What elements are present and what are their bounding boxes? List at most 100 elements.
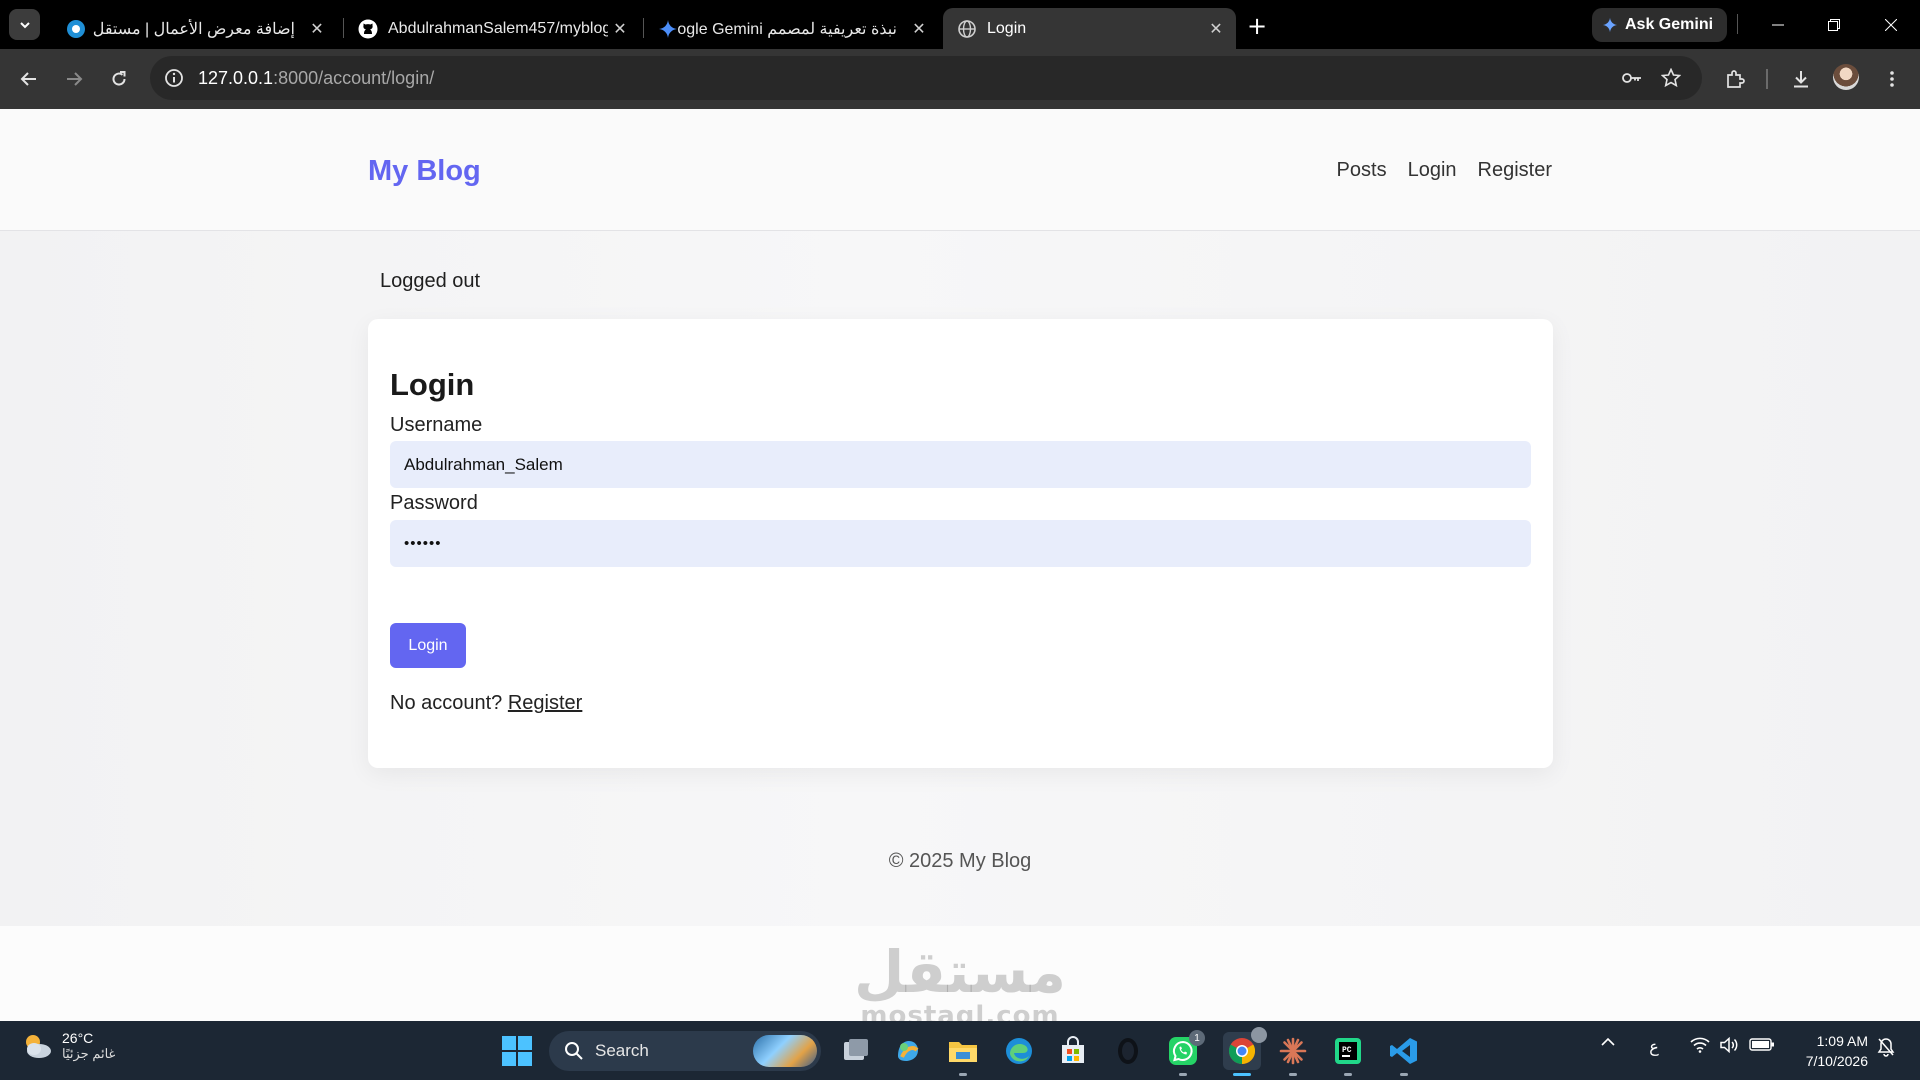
show-hidden-icons-button[interactable] [1596,1037,1620,1047]
watermark-arabic: مستقل [853,938,1067,1006]
site-brand[interactable]: My Blog [368,155,481,188]
ask-gemini-button[interactable]: Ask Gemini [1592,8,1728,42]
file-explorer-icon[interactable] [947,1035,979,1067]
volume-icon[interactable] [1717,1037,1741,1053]
more-vert-icon [1890,71,1894,87]
windows-logo-pane [518,1036,532,1050]
close-icon[interactable]: ✕ [907,17,931,41]
tab-mostaql[interactable]: إضافة معرض الأعمال | مستقل ✕ [52,8,337,49]
chrome-icon[interactable] [1223,1027,1267,1070]
search-label: Search [595,1041,649,1060]
forward-button[interactable] [58,63,90,95]
close-icon[interactable]: ✕ [305,17,329,41]
start-button[interactable] [502,1036,532,1066]
whatsapp-icon[interactable]: 1 [1167,1030,1205,1067]
password-input[interactable] [390,520,1531,567]
minimize-button[interactable] [1755,8,1801,42]
arrow-right-icon [67,72,83,86]
new-tab-button[interactable]: + [1243,12,1271,40]
site-header: My Blog Posts Login Register [0,109,1920,231]
globe-icon [957,19,977,39]
running-indicator [959,1073,967,1076]
downloads-button[interactable] [1785,63,1817,95]
github-icon [358,19,378,39]
extensions-button[interactable] [1719,63,1751,95]
clock-date: 7/10/2026 [1805,1053,1868,1069]
tab-title: Login [987,19,1027,37]
notifications-bell-icon[interactable] [1873,1037,1899,1057]
username-label: Username [390,414,483,436]
tab-title: AbdulrahmanSalem457/myblog [388,19,608,37]
tab-separator [1737,14,1738,34]
chevron-up-icon [1601,1037,1615,1046]
chevron-down-icon [19,21,30,28]
battery-icon[interactable] [1747,1037,1777,1051]
gemini-icon [658,19,678,39]
tab-gemini[interactable]: نبذة تعريفية لمصمم Google Gemini ✕ [644,8,939,49]
search-highlight-image [753,1035,817,1067]
browser-menu-button[interactable] [1876,63,1908,95]
close-icon[interactable]: ✕ [608,17,632,41]
close-icon[interactable]: ✕ [1204,17,1228,41]
system-clock[interactable]: 1:09 AM 7/10/2026 [1792,1031,1868,1071]
tab-title: نبذة تعريفية لمصمم Google Gemini [678,20,897,38]
mostaql-watermark: مستقل mostaql.com [840,941,1080,1021]
address-bar[interactable]: 127.0.0.1:8000/account/login/ [150,56,1702,100]
mostaql-icon [66,19,86,39]
weather-temp: 26°C [62,1030,94,1046]
weather-widget[interactable]: 26°C غائم جزئيًا [20,1029,115,1063]
back-button[interactable] [13,63,45,95]
login-button[interactable]: Login [390,623,466,668]
tab-title: إضافة معرض الأعمال | مستقل [92,20,295,38]
nav-register[interactable]: Register [1478,159,1552,182]
page-viewport: My Blog Posts Login Register Logged out … [0,109,1920,1021]
copilot-icon[interactable] [892,1035,924,1067]
puzzle-icon [1727,70,1745,88]
flash-message: Logged out [380,270,481,292]
vscode-icon[interactable] [1388,1035,1420,1067]
site-info-icon[interactable] [162,66,186,90]
task-view-icon[interactable] [840,1035,872,1067]
close-window-button[interactable] [1868,8,1914,42]
tab-search-button[interactable] [9,9,40,40]
weather-desc: غائم جزئيًا [62,1046,116,1061]
restore-button[interactable] [1811,8,1857,42]
arrow-left-icon [20,72,36,86]
close-icon [1885,19,1897,31]
url-path: :8000/account/login/ [273,68,435,88]
site-nav: Posts Login Register [1337,159,1552,182]
login-title: Login [390,367,475,402]
tab-login[interactable]: Login ✕ [943,8,1236,49]
search-icon [563,1040,585,1062]
download-icon [1794,71,1808,88]
login-card: Login Username Password Login No account… [368,319,1553,768]
url-host: 127.0.0.1 [198,68,274,88]
ask-gemini-label: Ask Gemini [1625,16,1714,33]
browser-tab-strip: إضافة معرض الأعمال | مستقل ✕ Abdulrahman… [0,0,1920,49]
windows-logo-pane [518,1052,532,1066]
active-indicator [1233,1073,1251,1076]
bookmark-star-icon[interactable] [1659,66,1683,90]
dark-app-icon[interactable] [1112,1035,1144,1067]
taskbar-search[interactable]: Search [549,1031,821,1071]
edge-icon[interactable] [1003,1035,1035,1067]
minimize-icon [1772,24,1784,26]
claude-icon[interactable] [1277,1035,1309,1067]
register-link[interactable]: Register [508,692,582,714]
username-input[interactable] [390,441,1531,488]
nav-posts[interactable]: Posts [1337,159,1387,182]
microsoft-store-icon[interactable] [1057,1035,1089,1067]
profile-avatar[interactable] [1833,64,1859,90]
tab-github[interactable]: AbdulrahmanSalem457/myblog ✕ [344,8,640,49]
wifi-icon[interactable] [1688,1037,1712,1053]
address-url: 127.0.0.1:8000/account/login/ [198,68,434,89]
password-key-icon[interactable] [1620,66,1644,90]
restore-icon [1828,19,1840,31]
reload-icon [112,71,126,86]
partly-cloudy-icon [20,1029,54,1063]
pycharm-icon[interactable]: PC [1332,1035,1364,1067]
reload-button[interactable] [103,63,135,95]
chrome-profile-badge [1251,1027,1267,1043]
input-language-indicator[interactable]: ع [1644,1037,1664,1057]
nav-login[interactable]: Login [1408,159,1457,182]
